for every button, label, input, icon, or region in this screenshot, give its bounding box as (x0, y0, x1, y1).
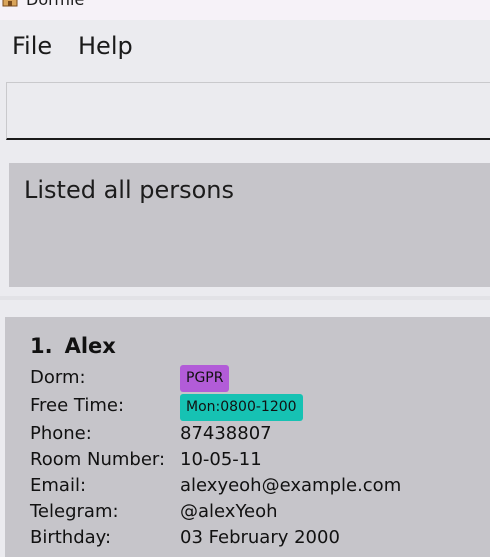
app-logo-icon (2, 0, 18, 7)
person-list-panel: 1. Alex Dorm: PGPR Free Time: Mon:0800-12… (0, 300, 490, 557)
person-card[interactable]: 1. Alex Dorm: PGPR Free Time: Mon:0800-12… (5, 317, 490, 557)
title-bar: Dormie (0, 0, 490, 20)
menu-bar: File Help (0, 20, 490, 72)
birthday-value: 03 February 2000 (180, 527, 340, 548)
result-message: Listed all persons (24, 176, 235, 204)
phone-value: 87438807 (180, 423, 272, 444)
telegram-value: @alexYeoh (180, 501, 278, 522)
command-box (6, 82, 490, 140)
telegram-label: Telegram: (30, 501, 119, 522)
command-input[interactable] (7, 83, 490, 138)
dorm-tag: PGPR (180, 365, 230, 392)
dorm-label: Dorm: (30, 367, 86, 388)
free-time-label: Free Time: (30, 395, 125, 416)
email-label: Email: (30, 475, 87, 496)
window-title: Dormie (26, 0, 84, 9)
person-name: Alex (64, 334, 116, 358)
room-number-value: 10-05-11 (180, 449, 262, 470)
birthday-label: Birthday: (30, 527, 112, 548)
person-card-header: 1. Alex (30, 333, 116, 359)
email-value: alexyeoh@example.com (180, 475, 402, 496)
result-display[interactable]: Listed all persons (9, 163, 490, 287)
menu-file[interactable]: File (12, 32, 52, 60)
free-time-tag: Mon:0800-1200 (180, 394, 303, 421)
phone-label: Phone: (30, 423, 92, 444)
room-number-label: Room Number: (30, 449, 166, 470)
menu-help[interactable]: Help (78, 32, 133, 60)
person-index: 1. (30, 334, 53, 358)
